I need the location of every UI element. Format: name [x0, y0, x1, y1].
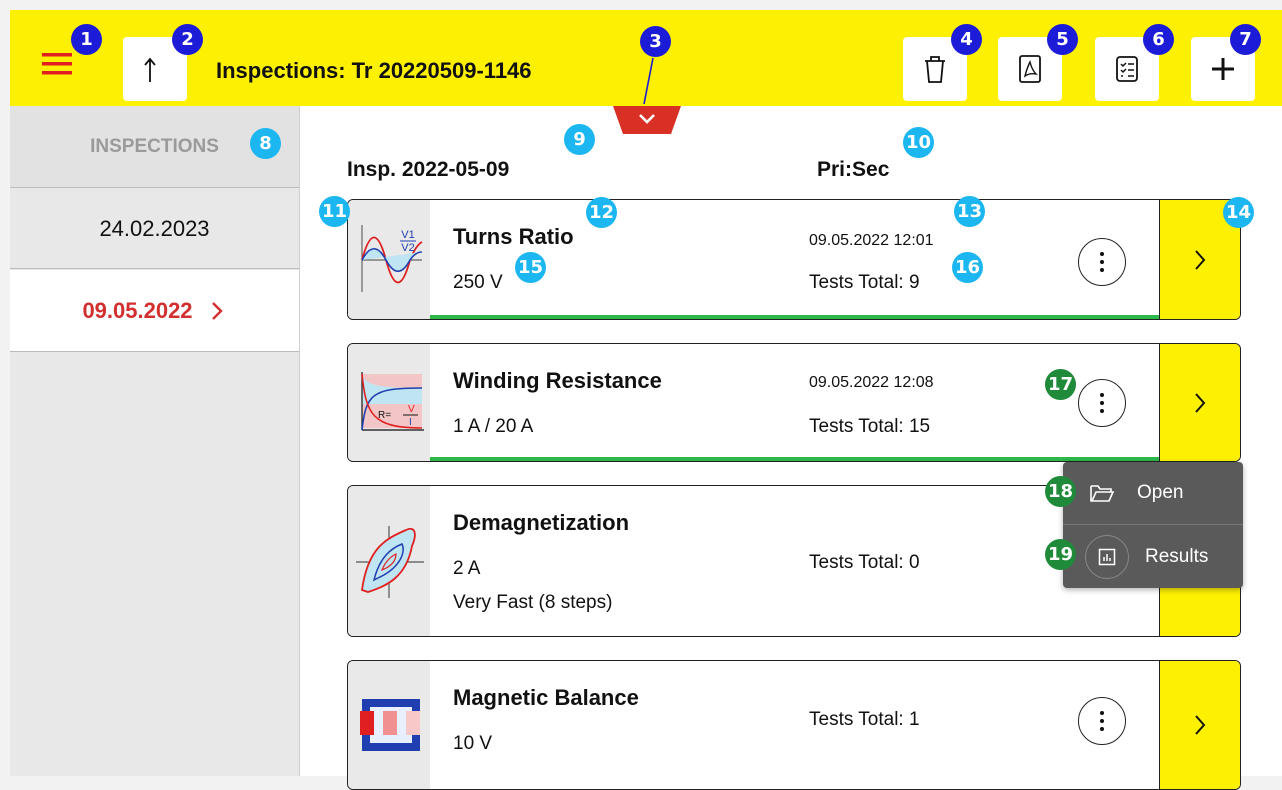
callout-pointer — [643, 57, 654, 105]
test-card-turns-ratio[interactable]: V1 V2 Turns Ratio 250 V 09.05.2022 12:01… — [347, 199, 1241, 320]
menu-item-open[interactable]: Open — [1063, 462, 1243, 525]
test-timestamp: 09.05.2022 12:01 — [809, 232, 934, 249]
sidebar: INSPECTIONS 24.02.2023 09.05.2022 — [10, 106, 300, 776]
callout-badge: 19 — [1045, 539, 1076, 570]
test-timestamp: 09.05.2022 12:08 — [809, 374, 934, 391]
turns-ratio-icon: V1 V2 — [348, 200, 430, 319]
test-name: Turns Ratio — [453, 224, 574, 249]
callout-badge: 2 — [172, 24, 203, 55]
callout-badge: 4 — [951, 24, 982, 55]
callout-badge: 16 — [952, 252, 983, 283]
more-vertical-icon — [1100, 252, 1104, 272]
test-name: Demagnetization — [453, 510, 630, 535]
checklist-icon — [1116, 56, 1138, 82]
more-options-button[interactable] — [1078, 379, 1126, 427]
callout-badge: 10 — [903, 127, 934, 158]
callout-badge: 6 — [1143, 24, 1174, 55]
results-chart-icon — [1085, 535, 1129, 579]
callout-badge: 11 — [319, 196, 350, 227]
progress-bar — [430, 315, 1160, 319]
chevron-right-icon — [1195, 392, 1206, 413]
svg-text:V2: V2 — [401, 242, 414, 254]
chevron-down-icon — [613, 106, 681, 134]
plus-icon — [1212, 58, 1234, 80]
sidebar-item-label: 09.05.2022 — [82, 297, 193, 323]
callout-badge: 13 — [954, 196, 985, 227]
more-vertical-icon — [1100, 711, 1104, 731]
callout-badge: 3 — [640, 26, 671, 57]
callout-badge: 5 — [1047, 24, 1078, 55]
svg-text:V1: V1 — [401, 229, 414, 241]
menu-item-results[interactable]: Results — [1063, 526, 1243, 588]
callout-badge: 14 — [1223, 197, 1254, 228]
magnetic-balance-icon — [348, 661, 430, 789]
folder-open-icon — [1090, 485, 1115, 502]
svg-text:V: V — [408, 404, 415, 415]
callout-badge: 12 — [586, 197, 617, 228]
chevron-right-icon — [1195, 249, 1206, 270]
column-header-config: Pri:Sec — [817, 158, 890, 181]
column-header-date: Insp. 2022-05-09 — [347, 158, 510, 181]
callout-badge: 9 — [564, 124, 595, 155]
test-parameter: 10 V — [453, 733, 493, 754]
progress-bar — [430, 457, 1160, 461]
test-name: Winding Resistance — [453, 368, 662, 393]
page-title: Inspections: Tr 20220509-1146 — [216, 58, 532, 83]
test-name: Magnetic Balance — [453, 685, 639, 710]
svg-text:R=: R= — [378, 410, 391, 421]
test-card-magnetic-balance[interactable]: Magnetic Balance 10 V Tests Total: 1 — [347, 660, 1241, 790]
sidebar-item-09-05-2022[interactable]: 09.05.2022 — [10, 270, 299, 352]
tests-total: Tests Total: 1 — [809, 709, 920, 730]
callout-badge: 1 — [71, 24, 102, 55]
more-options-button[interactable] — [1078, 238, 1126, 286]
callout-badge: 17 — [1045, 369, 1076, 400]
menu-item-label: Open — [1137, 482, 1184, 503]
pdf-icon — [1019, 55, 1041, 83]
callout-badge: 15 — [515, 252, 546, 283]
callout-badge: 8 — [250, 128, 281, 159]
tests-total: Tests Total: 0 — [809, 552, 920, 573]
test-parameter: 250 V — [453, 272, 503, 293]
test-parameter: 2 A — [453, 558, 481, 579]
tests-total: Tests Total: 15 — [809, 416, 931, 437]
chevron-right-icon — [211, 301, 223, 320]
open-test-button[interactable] — [1159, 344, 1240, 461]
context-menu: Open Results — [1063, 462, 1243, 588]
menu-item-label: Results — [1145, 546, 1209, 567]
winding-resistance-icon: R= V I — [348, 344, 430, 461]
more-vertical-icon — [1100, 393, 1104, 413]
test-parameter-secondary: Very Fast (8 steps) — [453, 592, 613, 613]
hamburger-menu-button[interactable] — [40, 50, 74, 78]
test-parameter: 1 A / 20 A — [453, 416, 534, 437]
sidebar-item-label: 24.02.2023 — [99, 215, 210, 241]
callout-badge: 7 — [1230, 24, 1261, 55]
demagnetization-icon — [348, 486, 430, 636]
sidebar-item-24-02-2023[interactable]: 24.02.2023 — [10, 189, 299, 269]
test-card-winding-resistance[interactable]: R= V I Winding Resistance 1 A / 20 A 09.… — [347, 343, 1241, 462]
more-options-button[interactable] — [1078, 697, 1126, 745]
chevron-right-icon — [1195, 715, 1206, 735]
arrow-up-icon — [144, 57, 156, 82]
tests-total: Tests Total: 9 — [809, 272, 920, 293]
callout-badge: 18 — [1045, 476, 1076, 507]
hamburger-icon — [42, 53, 72, 75]
svg-text:I: I — [409, 417, 412, 428]
trash-icon — [925, 56, 945, 83]
collapse-tab[interactable] — [613, 106, 681, 134]
open-test-button[interactable] — [1159, 661, 1240, 789]
